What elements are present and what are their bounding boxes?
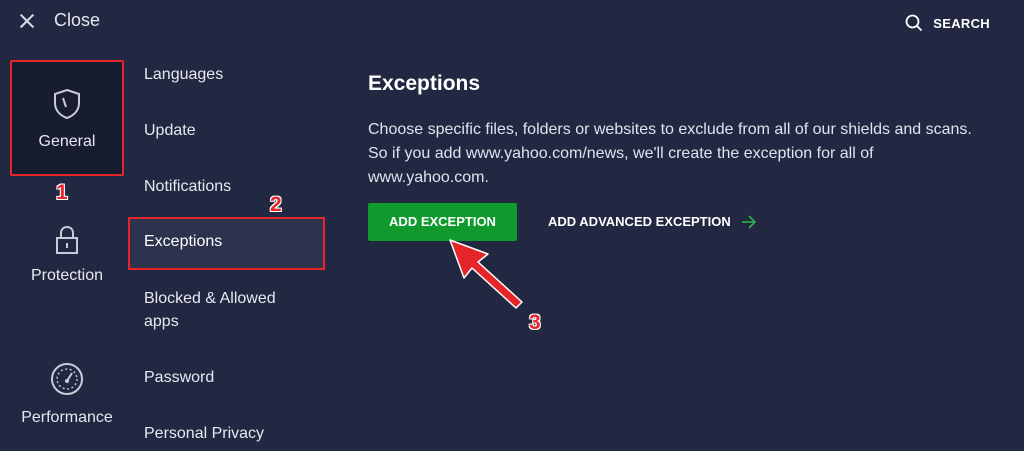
exceptions-panel: Exceptions Choose specific files, folder… xyxy=(368,72,1008,241)
menu-item-update[interactable]: Update xyxy=(144,119,196,142)
lock-icon xyxy=(56,225,78,254)
category-rail: General Protection Performance xyxy=(0,48,130,451)
arrow-right-icon xyxy=(741,215,756,229)
page-title: Exceptions xyxy=(368,72,481,95)
menu-item-label: Blocked & Allowed xyxy=(144,290,276,307)
menu-item-personal-privacy[interactable]: Personal Privacy xyxy=(144,422,264,445)
add-advanced-exception-button[interactable]: ADD ADVANCED EXCEPTION xyxy=(548,203,757,241)
rail-item-general[interactable]: General xyxy=(10,60,124,176)
menu-item-label: Exceptions xyxy=(144,233,223,250)
menu-item-password[interactable]: Password xyxy=(144,366,214,389)
description-line: www.yahoo.com. xyxy=(368,169,489,186)
close-label: Close xyxy=(54,10,101,30)
step-2-label: 2 xyxy=(270,193,282,216)
close-icon xyxy=(18,12,36,30)
rail-item-protection[interactable]: Protection xyxy=(10,224,124,314)
top-bar: Close SEARCH xyxy=(0,0,1024,48)
rail-item-label: General xyxy=(38,133,96,150)
rail-item-label: Performance xyxy=(21,409,113,426)
menu-item-exceptions[interactable]: Exceptions xyxy=(128,217,325,270)
shield-icon xyxy=(54,88,80,120)
search-icon xyxy=(905,14,923,32)
exceptions-description: Choose specific files, folders or websit… xyxy=(368,118,1008,190)
close-button[interactable]: Close xyxy=(18,10,100,31)
menu-item-blocked-allowed-apps[interactable]: Blocked & Allowed apps xyxy=(144,287,276,333)
search-label: SEARCH xyxy=(933,15,990,31)
description-line: So if you add www.yahoo.com/news, we'll … xyxy=(368,145,874,162)
rail-item-performance[interactable]: Performance xyxy=(10,362,124,451)
menu-item-notifications[interactable]: Notifications xyxy=(144,175,231,198)
description-line: Choose specific files, folders or websit… xyxy=(368,121,972,138)
advanced-exception-label: ADD ADVANCED EXCEPTION xyxy=(548,214,731,229)
menu-item-label-line2: apps xyxy=(144,313,179,330)
annotation-arrow-icon xyxy=(449,239,523,309)
step-3-label: 3 xyxy=(529,311,541,334)
search-button[interactable]: SEARCH xyxy=(905,14,990,32)
menu-item-languages[interactable]: Languages xyxy=(144,63,223,86)
gauge-icon xyxy=(51,363,83,395)
rail-item-label: Protection xyxy=(30,267,104,284)
step-1-label: 1 xyxy=(56,181,68,204)
